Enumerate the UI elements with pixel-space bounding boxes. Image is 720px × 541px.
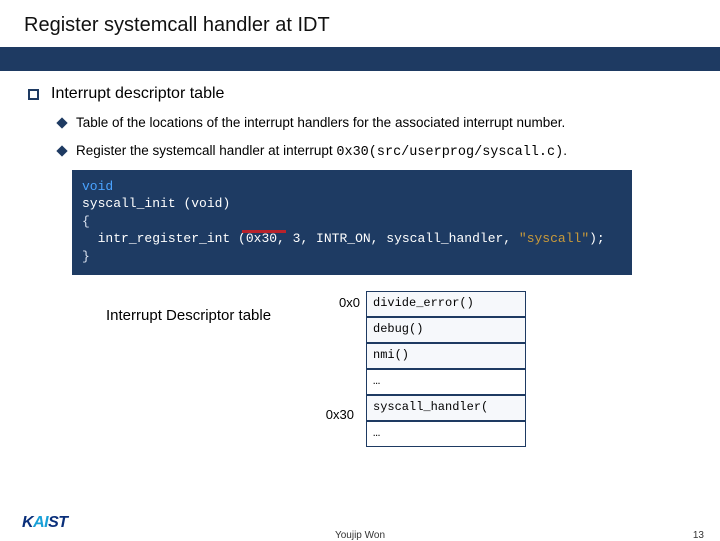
idt-row-nmi: nmi() <box>366 343 526 369</box>
idt-row-syscall-handler: syscall_handler( <box>366 395 526 421</box>
code-function-name: syscall_init <box>82 196 176 211</box>
content-area: Interrupt descriptor table Table of the … <box>0 71 720 501</box>
red-underline-annotation <box>242 230 286 233</box>
code-brace-open: { <box>82 213 622 231</box>
idt-diagram: Interrupt Descriptor table 0x0 0x30 divi… <box>28 291 692 501</box>
bullet-2-prefix: Register the systemcall handler at inter… <box>76 143 336 158</box>
code-call-fn: intr_register_int <box>98 231 231 246</box>
idt-row-ellipsis: … <box>366 369 526 395</box>
bullet-2: Register the systemcall handler at inter… <box>58 141 692 163</box>
idt-index-0x0: 0x0 <box>320 295 360 310</box>
code-args-right: ); <box>589 231 605 246</box>
footer-author: Youjip Won <box>0 530 720 541</box>
idt-row-debug: debug() <box>366 317 526 343</box>
idt-caption: Interrupt Descriptor table <box>106 307 271 324</box>
idt-row-ellipsis-2: … <box>366 421 526 447</box>
square-bullet-icon <box>28 89 39 100</box>
code-string-literal: "syscall" <box>519 231 589 246</box>
bullet-2-code: 0x30(src/userprog/syscall.c) <box>336 145 563 160</box>
code-keyword: void <box>82 179 113 194</box>
section-heading: Interrupt descriptor table <box>28 85 692 103</box>
bullet-2-suffix: . <box>563 143 567 158</box>
code-args-left: (0x30, 3, INTR_ON, syscall_handler, <box>238 231 519 246</box>
diamond-bullet-icon <box>56 146 67 157</box>
page-number: 13 <box>693 530 704 541</box>
idt-row-divide-error: divide_error() <box>366 291 526 317</box>
idt-index-0x30: 0x30 <box>314 407 354 422</box>
bullet-2-text: Register the systemcall handler at inter… <box>76 141 567 163</box>
bullet-1: Table of the locations of the interrupt … <box>58 113 692 133</box>
code-params: (void) <box>183 196 230 211</box>
logo-k: K <box>22 514 33 531</box>
code-snippet: void syscall_init (void) { intr_register… <box>72 170 632 276</box>
slide-title: Register systemcall handler at IDT <box>0 0 720 47</box>
title-underline-bar <box>0 47 720 71</box>
diamond-bullet-icon <box>56 117 67 128</box>
section-heading-text: Interrupt descriptor table <box>51 85 224 103</box>
code-brace-close: } <box>82 248 622 266</box>
logo-ai: AI <box>33 514 48 531</box>
idt-table: divide_error() debug() nmi() … syscall_h… <box>366 291 526 447</box>
bullet-1-text: Table of the locations of the interrupt … <box>76 113 565 133</box>
logo-st: ST <box>48 514 67 531</box>
